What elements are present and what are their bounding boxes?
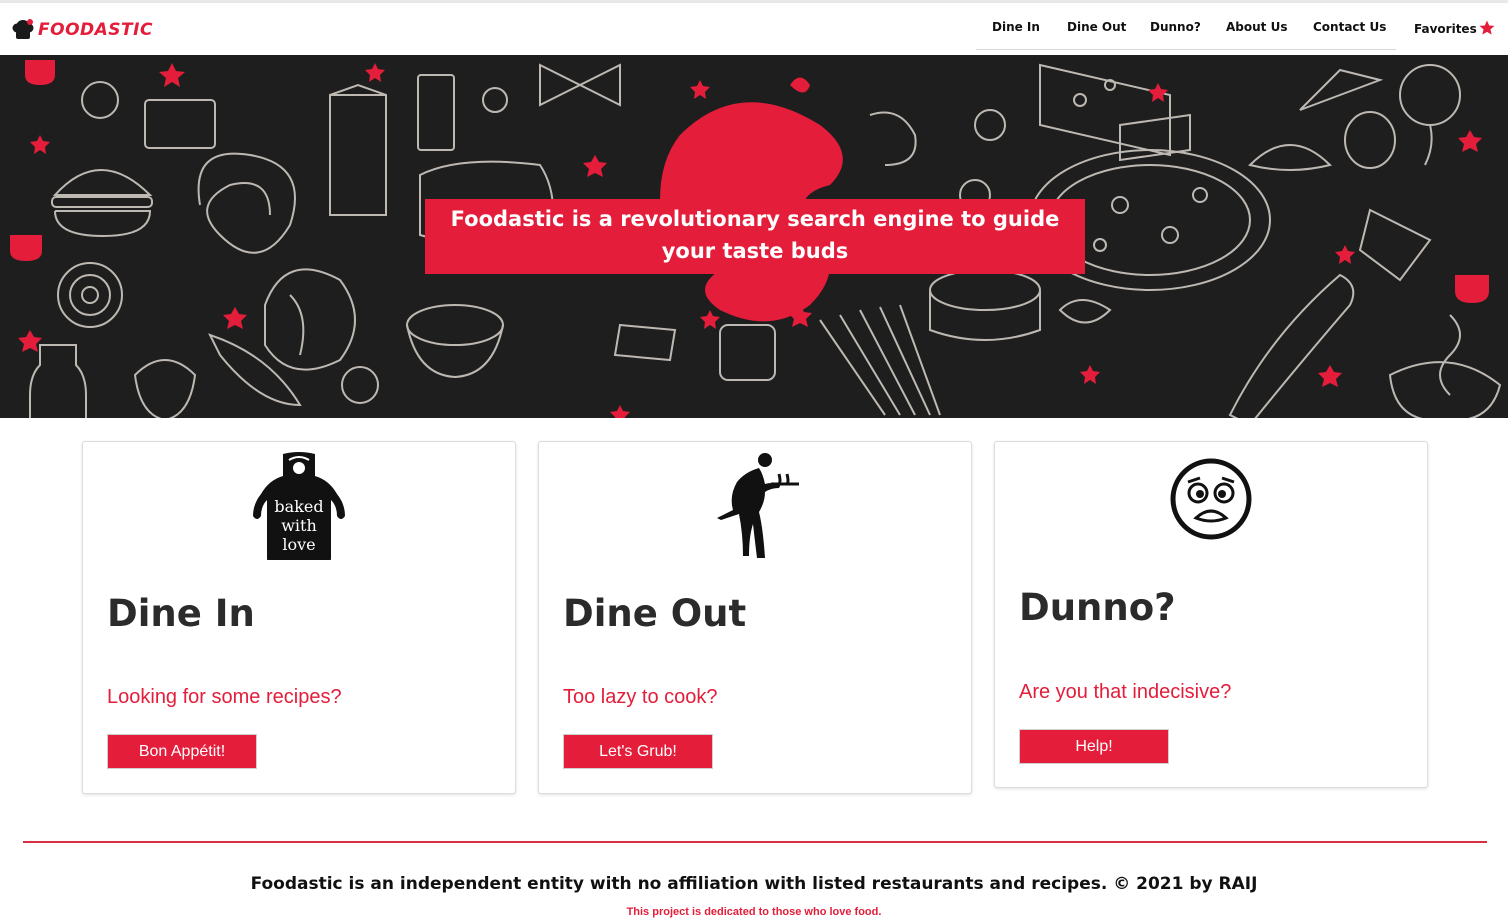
lets-grub-button[interactable]: Let's Grub! bbox=[563, 734, 713, 769]
footer-disclaimer: Foodastic is an independent entity with … bbox=[250, 874, 1258, 894]
worried-face-icon bbox=[1170, 458, 1252, 540]
card-subtitle: Too lazy to cook? bbox=[563, 686, 718, 708]
bon-appetit-button[interactable]: Bon Appétit! bbox=[107, 734, 257, 769]
nav-dine-out[interactable]: Dine Out bbox=[1067, 20, 1126, 34]
help-button[interactable]: Help! bbox=[1019, 729, 1169, 764]
main-nav: Dine In Dine Out Dunno? About Us Contact… bbox=[976, 3, 1396, 50]
nav-dine-in[interactable]: Dine In bbox=[992, 20, 1040, 34]
svg-text:with: with bbox=[281, 516, 317, 535]
card-subtitle: Looking for some recipes? bbox=[107, 686, 342, 708]
card-title: Dine In bbox=[107, 592, 255, 635]
footer-divider bbox=[23, 841, 1487, 843]
hero-tagline: Foodastic is a revolutionary search engi… bbox=[425, 199, 1085, 274]
svg-text:love: love bbox=[282, 535, 315, 554]
waiter-icon bbox=[717, 453, 799, 558]
brand-name: FOODASTIC bbox=[38, 20, 153, 40]
card-subtitle: Are you that indecisive? bbox=[1019, 681, 1232, 703]
hero-banner: Foodastic is a revolutionary search engi… bbox=[0, 55, 1508, 418]
navbar: FOODASTIC Dine In Dine Out Dunno? About … bbox=[0, 3, 1508, 55]
svg-text:baked: baked bbox=[274, 497, 323, 516]
chef-hat-icon bbox=[12, 19, 34, 39]
dine-out-card: Dine Out Too lazy to cook? Let's Grub! bbox=[538, 441, 972, 794]
footer-dedication: This project is dedicated to those who l… bbox=[626, 906, 882, 918]
nav-dunno[interactable]: Dunno? bbox=[1150, 20, 1201, 34]
card-title: Dunno? bbox=[1019, 586, 1176, 629]
dunno-card: Dunno? Are you that indecisive? Help! bbox=[994, 441, 1428, 788]
dine-in-card: baked with love Dine In Looking for some… bbox=[82, 441, 516, 794]
nav-contact-us[interactable]: Contact Us bbox=[1313, 20, 1386, 34]
favorites-label: Favorites bbox=[1414, 22, 1477, 36]
nav-favorites[interactable]: Favorites bbox=[1414, 20, 1496, 37]
apron-icon: baked with love bbox=[253, 452, 345, 560]
brand-logo[interactable]: FOODASTIC bbox=[10, 15, 153, 45]
nav-about-us[interactable]: About Us bbox=[1226, 20, 1287, 34]
card-title: Dine Out bbox=[563, 592, 747, 635]
star-icon bbox=[1479, 20, 1495, 35]
